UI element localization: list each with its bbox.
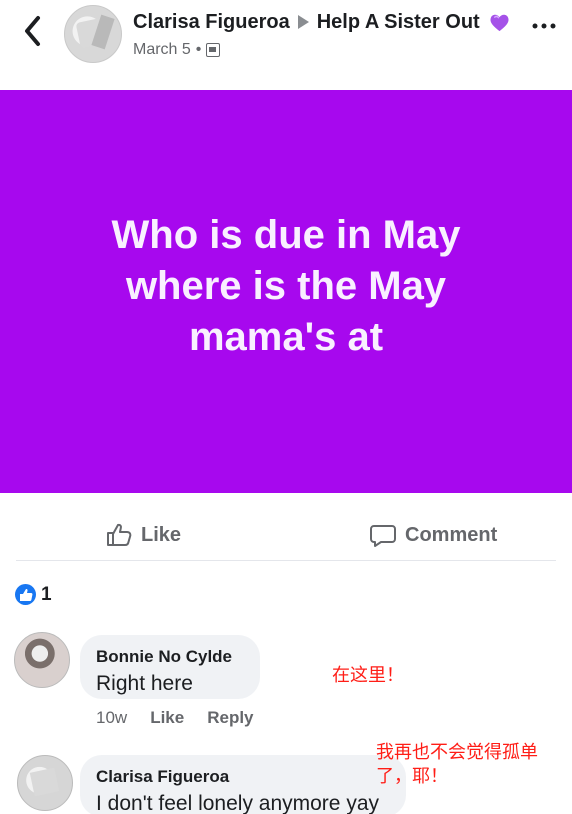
comment-like-button[interactable]: Like bbox=[150, 708, 184, 728]
like-reaction-icon bbox=[15, 584, 36, 605]
red-annotation: 在这里！ bbox=[332, 665, 404, 686]
commenter-avatar[interactable] bbox=[17, 755, 73, 811]
comment-text: I don't feel lonely anymore yay bbox=[96, 792, 379, 814]
action-divider bbox=[16, 560, 556, 561]
meta-separator: • bbox=[195, 41, 202, 58]
comment-bubble: Bonnie No Cylde Right here bbox=[80, 635, 260, 699]
comment-author[interactable]: Bonnie No Cylde bbox=[96, 647, 244, 667]
comment-author[interactable]: Clarisa Figueroa bbox=[96, 767, 390, 787]
author-avatar[interactable] bbox=[64, 5, 122, 63]
author-name[interactable]: Clarisa Figueroa bbox=[133, 11, 290, 34]
commenter-avatar[interactable] bbox=[14, 632, 70, 688]
post-actions: Like Comment bbox=[0, 513, 572, 557]
comment-button[interactable]: Comment bbox=[369, 518, 497, 552]
post-message-line: where is the May bbox=[125, 264, 447, 308]
post-header: Clarisa Figueroa Help A Sister Out March… bbox=[0, 0, 572, 80]
back-arrow-icon[interactable] bbox=[20, 14, 46, 48]
comment-label: Comment bbox=[405, 523, 498, 546]
like-label: Like bbox=[141, 523, 182, 546]
post-message-line: mama's at bbox=[188, 315, 384, 359]
avatar-image-shape bbox=[29, 767, 60, 797]
thumbs-up-icon bbox=[107, 523, 132, 546]
group-privacy-icon bbox=[206, 43, 221, 57]
more-options-icon[interactable] bbox=[532, 22, 556, 30]
post-date[interactable]: March 5 bbox=[133, 41, 191, 59]
red-annotation: 我再也不会觉得孤单了，耶！ bbox=[376, 742, 538, 787]
post-message-line: Who is due in May bbox=[111, 213, 461, 257]
comment-icon bbox=[370, 525, 396, 547]
post-title-row: Clarisa Figueroa Help A Sister Out bbox=[133, 9, 511, 35]
post-meta: March 5 • bbox=[133, 41, 221, 59]
right-triangle-icon bbox=[297, 15, 309, 29]
reaction-count: 1 bbox=[41, 583, 52, 605]
comment-text: Right here bbox=[96, 672, 193, 695]
comment-bubble: Clarisa Figueroa I don't feel lonely any… bbox=[80, 755, 406, 814]
reaction-summary[interactable]: 1 bbox=[15, 583, 52, 606]
comment-meta: 10w Like Reply bbox=[96, 708, 254, 728]
like-button[interactable]: Like bbox=[105, 518, 181, 552]
comment-time[interactable]: 10w bbox=[96, 708, 127, 728]
post-message: Who is due in May where is the May mama'… bbox=[112, 210, 461, 363]
post-text-card: Who is due in May where is the May mama'… bbox=[0, 90, 572, 493]
group-name[interactable]: Help A Sister Out bbox=[317, 11, 480, 34]
purple-heart-icon bbox=[490, 14, 509, 31]
comment-reply-button[interactable]: Reply bbox=[207, 708, 253, 728]
